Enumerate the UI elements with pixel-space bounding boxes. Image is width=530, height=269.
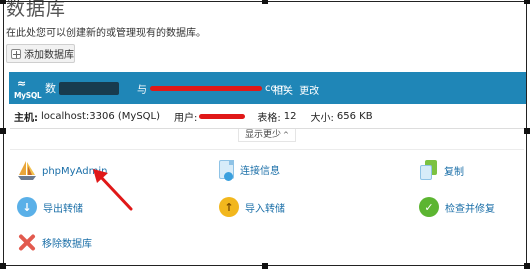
check-repair-label: 检查并修复 bbox=[445, 203, 495, 215]
tables-value: 12 bbox=[283, 111, 297, 122]
database-info-row: 主机: localhost:3306 (MySQL) 用户: 表格: 12 大小… bbox=[14, 109, 373, 124]
remove-database-label: 移除数据库 bbox=[42, 238, 92, 250]
upload-icon: ↑ bbox=[219, 197, 239, 217]
resize-handle[interactable] bbox=[0, 128, 6, 134]
divider bbox=[10, 149, 524, 150]
add-database-button[interactable]: 添加数据库 bbox=[6, 44, 75, 63]
database-user-prefix: 与 bbox=[137, 85, 147, 96]
show-less-toggle[interactable]: 显示更少 ^ bbox=[238, 129, 296, 142]
redaction-mark bbox=[150, 86, 262, 91]
resize-handle[interactable] bbox=[524, 263, 530, 269]
connection-info-icon bbox=[219, 160, 234, 181]
host-value: localhost:3306 (MySQL) bbox=[41, 111, 161, 122]
related-link[interactable]: 相关 bbox=[273, 86, 293, 97]
database-header-bar: ≈ MySQL 数 与 com 相关 更改 bbox=[9, 72, 527, 104]
resize-handle[interactable] bbox=[0, 263, 6, 269]
show-less-label: 显示更少 bbox=[245, 130, 282, 140]
import-dump-label: 导入转储 bbox=[245, 203, 285, 215]
server-type-label: MySQL bbox=[14, 91, 42, 100]
resize-handle[interactable] bbox=[262, 263, 268, 269]
host-label: 主机: bbox=[14, 113, 38, 124]
resize-handle[interactable] bbox=[0, 0, 6, 4]
export-dump-label: 导出转储 bbox=[43, 203, 83, 215]
chevron-up-icon: ^ bbox=[283, 131, 289, 139]
resize-handle[interactable] bbox=[262, 0, 268, 4]
change-link[interactable]: 更改 bbox=[299, 86, 319, 97]
copy-label: 复制 bbox=[444, 167, 464, 178]
connection-info-tool[interactable]: 连接信息 bbox=[219, 160, 280, 181]
plus-icon bbox=[11, 48, 21, 59]
download-icon: ↓ bbox=[17, 197, 37, 217]
resize-handle[interactable] bbox=[524, 128, 530, 134]
database-name[interactable]: 数 bbox=[45, 80, 119, 96]
redaction-mark bbox=[199, 114, 246, 119]
copy-tool[interactable]: 复制 bbox=[419, 160, 464, 181]
page-description: 在此处您可以创建新的或管理现有的数据库。 bbox=[6, 28, 206, 39]
phpmyadmin-sailboat-icon bbox=[16, 160, 36, 182]
annotation-arrow-icon bbox=[93, 169, 133, 211]
export-dump-tool[interactable]: ↓ 导出转储 bbox=[17, 197, 83, 217]
mysql-icon: ≈ MySQL bbox=[14, 77, 42, 100]
size-label: 大小: bbox=[310, 113, 334, 124]
checkmark-icon: ✓ bbox=[419, 197, 439, 217]
copy-icon bbox=[419, 160, 438, 181]
size-value: 656 KB bbox=[336, 111, 373, 122]
check-repair-tool[interactable]: ✓ 检查并修复 bbox=[419, 197, 495, 217]
tables-label: 表格: bbox=[257, 113, 281, 124]
remove-database-tool[interactable]: 移除数据库 bbox=[18, 233, 92, 251]
add-database-label: 添加数据库 bbox=[24, 50, 74, 61]
user-label: 用户: bbox=[174, 113, 198, 124]
database-links: 相关 更改 bbox=[273, 82, 322, 97]
redaction-mark bbox=[59, 81, 119, 95]
database-name-prefix: 数 bbox=[45, 82, 56, 95]
connection-info-label: 连接信息 bbox=[240, 166, 280, 177]
delete-x-icon bbox=[18, 233, 36, 251]
import-dump-tool[interactable]: ↑ 导入转储 bbox=[219, 197, 285, 217]
resize-handle[interactable] bbox=[524, 0, 530, 4]
page-title: 数据库 bbox=[6, 0, 67, 20]
database-user-info: 与 com bbox=[137, 81, 286, 96]
